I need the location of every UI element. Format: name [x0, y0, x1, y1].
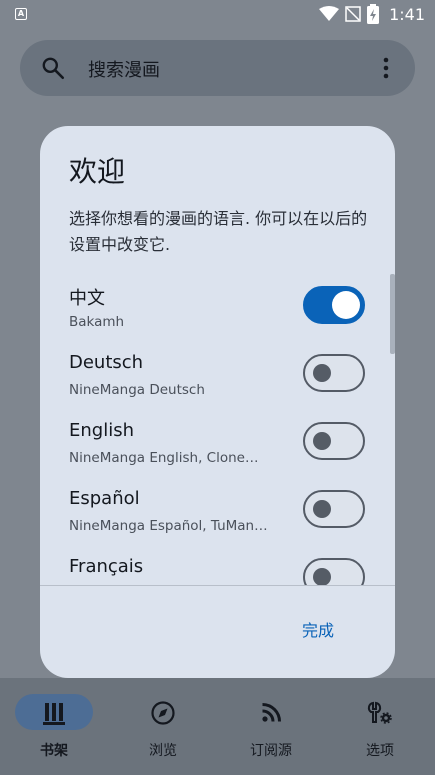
settings-tools-icon: [367, 701, 392, 724]
list-scrollbar[interactable]: [390, 274, 395, 354]
wifi-icon: [319, 6, 340, 21]
language-toggle[interactable]: [303, 558, 365, 586]
language-row-french[interactable]: Français: [40, 548, 395, 586]
language-row-chinese[interactable]: 中文 Bakamh: [40, 276, 395, 344]
language-name: Deutsch: [69, 352, 144, 373]
language-toggle[interactable]: [303, 354, 365, 392]
language-sources: NineManga Deutsch: [69, 382, 205, 398]
toggle-knob: [313, 568, 331, 586]
toggle-knob: [313, 432, 331, 450]
search-bar[interactable]: 搜索漫画: [20, 40, 415, 96]
dialog-description: 选择你想看的漫画的语言. 你可以在以后的设置中改变它.: [69, 209, 368, 254]
language-sources: NineManga English, Clone…: [69, 450, 259, 466]
nav-item-options[interactable]: 选项: [326, 678, 434, 775]
language-list[interactable]: 中文 Bakamh Deutsch NineManga Deutsch Engl…: [40, 276, 395, 586]
nav-label: 书架: [40, 743, 68, 759]
status-bar: A 1:41: [0, 0, 435, 30]
nav-label: 浏览: [149, 743, 177, 759]
nav-label: 订阅源: [250, 743, 292, 759]
status-icons: 1:41: [319, 4, 425, 24]
nav-label: 选项: [366, 743, 394, 759]
language-row-english[interactable]: English NineManga English, Clone…: [40, 412, 395, 480]
language-toggle[interactable]: [303, 286, 365, 324]
notification-a-icon: A: [15, 8, 27, 20]
nav-item-sources[interactable]: 订阅源: [217, 678, 325, 775]
welcome-dialog: 欢迎 选择你想看的漫画的语言. 你可以在以后的设置中改变它. 中文 Bakamh…: [40, 126, 395, 678]
language-toggle[interactable]: [303, 490, 365, 528]
bottom-navigation: 书架 浏览 订阅源 选项: [0, 678, 435, 775]
rss-icon: [262, 703, 281, 722]
language-name: English: [69, 420, 134, 441]
dialog-title: 欢迎: [69, 155, 126, 188]
dialog-divider: [40, 585, 395, 586]
compass-icon: [151, 701, 175, 725]
language-row-spanish[interactable]: Español NineManga Español, TuMan…: [40, 480, 395, 548]
toggle-knob: [332, 291, 360, 319]
toggle-knob: [313, 364, 331, 382]
nav-item-bookshelf[interactable]: 书架: [0, 678, 108, 775]
status-time: 1:41: [389, 4, 425, 24]
language-row-german[interactable]: Deutsch NineManga Deutsch: [40, 344, 395, 412]
language-toggle[interactable]: [303, 422, 365, 460]
language-sources: NineManga Español, TuMan…: [69, 518, 268, 534]
language-name: Español: [69, 488, 140, 509]
no-signal-icon: [345, 6, 361, 22]
toggle-knob: [313, 500, 331, 518]
more-vert-icon[interactable]: [383, 56, 389, 80]
search-icon[interactable]: [40, 55, 66, 81]
nav-item-browse[interactable]: 浏览: [109, 678, 217, 775]
search-placeholder[interactable]: 搜索漫画: [88, 56, 160, 82]
bookshelf-icon: [43, 703, 65, 725]
language-name: Français: [69, 556, 144, 577]
battery-charging-icon: [367, 4, 380, 24]
language-sources: Bakamh: [69, 314, 125, 330]
language-name: 中文: [69, 288, 105, 309]
done-button[interactable]: 完成: [302, 617, 334, 641]
